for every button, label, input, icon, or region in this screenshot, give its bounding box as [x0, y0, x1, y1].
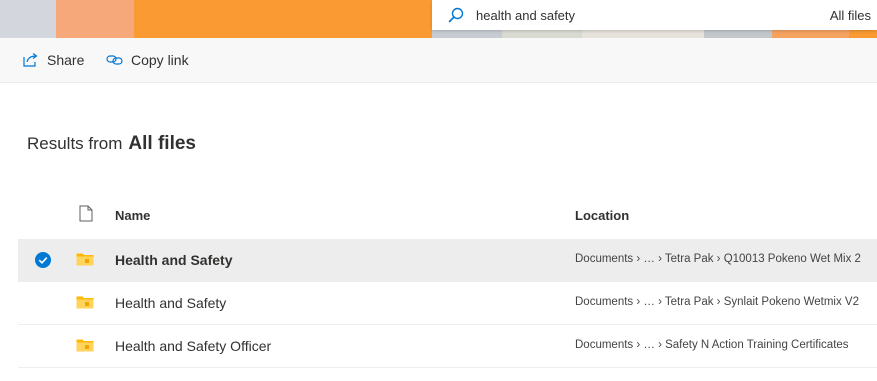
- command-bar: Share Copy link: [0, 38, 877, 83]
- list-header: Name Location: [18, 196, 877, 236]
- item-name[interactable]: Health and Safety: [115, 252, 232, 268]
- folder-icon: [76, 339, 94, 352]
- search-input[interactable]: health and safety: [476, 8, 575, 23]
- list-item[interactable]: Health and Safety Officer Documents › … …: [18, 325, 877, 368]
- results-heading: Results from All files: [27, 133, 196, 155]
- banner-segment: [0, 0, 56, 38]
- item-name[interactable]: Health and Safety: [115, 295, 226, 311]
- banner-segment: [134, 0, 294, 38]
- folder-icon: [76, 253, 94, 266]
- share-icon: [23, 53, 38, 67]
- banner-segment: [56, 0, 134, 38]
- copy-link-label: Copy link: [131, 52, 189, 68]
- share-label: Share: [47, 52, 85, 68]
- copy-link-button[interactable]: Copy link: [106, 38, 189, 82]
- search-icon: [448, 7, 464, 23]
- item-location: Documents › … › Safety N Action Training…: [575, 339, 849, 351]
- list-item[interactable]: Health and Safety Documents › … › Tetra …: [18, 282, 877, 325]
- file-type-icon[interactable]: [79, 205, 93, 222]
- folder-icon: [76, 296, 94, 309]
- link-icon: [106, 55, 123, 65]
- item-name[interactable]: Health and Safety Officer: [115, 338, 271, 354]
- checkmark-circle-icon[interactable]: [35, 252, 51, 268]
- results-prefix: Results from: [27, 134, 123, 153]
- banner-segment: [294, 0, 432, 38]
- column-header-location[interactable]: Location: [575, 208, 629, 223]
- item-location: Documents › … › Tetra Pak › Q10013 Poken…: [575, 253, 861, 265]
- column-header-name[interactable]: Name: [115, 208, 150, 223]
- search-scope-label[interactable]: All files: [830, 8, 871, 23]
- results-scope: All files: [128, 133, 196, 154]
- share-button[interactable]: Share: [22, 38, 84, 82]
- search-box[interactable]: health and safety All files: [432, 0, 877, 30]
- list-item[interactable]: Health and Safety Documents › … › Tetra …: [18, 239, 877, 282]
- item-location: Documents › … › Tetra Pak › Synlait Poke…: [575, 296, 859, 308]
